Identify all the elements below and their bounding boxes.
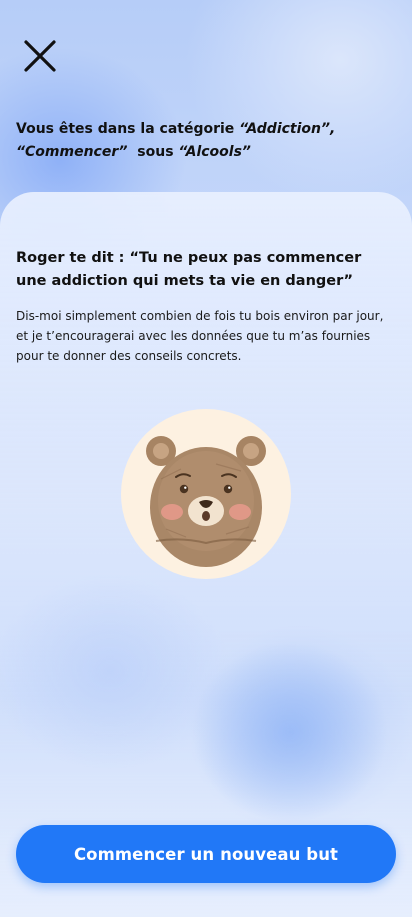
bear-icon — [146, 436, 266, 567]
category-action: “Commencer” — [16, 144, 128, 160]
category-sous: sous — [127, 144, 179, 160]
close-button[interactable] — [22, 38, 58, 74]
category-prefix: Vous êtes dans la catégorie — [16, 121, 240, 137]
quote-body: Dis-moi simplement combien de fois tu bo… — [16, 309, 384, 363]
bear-mascot — [121, 409, 291, 579]
category-breadcrumb: Vous êtes dans la catégorie “Addiction”,… — [16, 118, 386, 164]
close-icon — [24, 40, 56, 72]
category-name: “Addiction”, — [239, 121, 336, 137]
quote-title: Roger te dit : “Tu ne peux pas commencer… — [16, 250, 362, 289]
category-sub: “Alcools” — [178, 144, 251, 160]
start-new-goal-button[interactable]: Commencer un nouveau but — [16, 825, 396, 883]
